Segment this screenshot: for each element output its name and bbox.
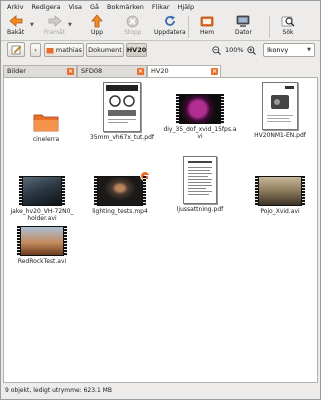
menu-bokmarken[interactable]: Bokmärken <box>107 1 144 13</box>
pdf-thumbnail <box>183 156 217 204</box>
edit-location-icon <box>11 45 21 55</box>
file-name: lighting_tests.mp4 <box>92 208 148 215</box>
menu-ga[interactable]: Gå <box>90 1 99 13</box>
toolbar-separator <box>188 16 189 38</box>
tab-hv20-label: HV20 <box>151 67 169 75</box>
crumb-hv20[interactable]: HV20 <box>126 43 147 57</box>
zoom-out-button[interactable] <box>211 43 222 57</box>
pdf-thumbnail <box>103 82 141 132</box>
view-mode-select[interactable]: Ikonvy ▼ <box>263 43 315 57</box>
home-label: Hem <box>200 29 215 36</box>
file-name: diy_35_dof_xvid_15fps.avi <box>163 126 237 140</box>
zoom-level[interactable]: 100% <box>225 46 244 54</box>
close-icon[interactable]: × <box>67 68 74 75</box>
chevron-down-icon: ▼ <box>307 47 311 53</box>
forward-button[interactable]: Framåt <box>44 14 65 37</box>
toggle-location-entry-button[interactable] <box>7 42 25 57</box>
file-item-hv20nm1-pdf[interactable]: HV20NM1-EN.pdf <box>248 82 312 139</box>
lock-icon <box>140 171 150 181</box>
menu-flikar[interactable]: Flikar <box>152 1 170 13</box>
file-item-35mm-pdf[interactable]: 35mm_vh67x_tut.pdf <box>90 82 154 141</box>
menu-visa[interactable]: Visa <box>68 1 81 13</box>
pdf-thumbnail <box>262 82 298 130</box>
tab-bilder-label: Bilder <box>7 67 26 75</box>
file-name: 35mm_vh67x_tut.pdf <box>90 134 155 141</box>
up-button[interactable]: Upp <box>90 14 104 37</box>
video-thumbnail <box>19 176 65 206</box>
crumb-scroll-left-button[interactable]: ‹ <box>30 43 41 57</box>
folder-icon <box>33 112 59 134</box>
tab-sfd08[interactable]: SFD08 × <box>77 65 147 77</box>
zoom-in-button[interactable] <box>246 43 257 57</box>
zoom-out-icon <box>212 45 221 55</box>
file-item-jake-avi[interactable]: jake_hv20_VH-72N0_holder.avi <box>10 176 74 222</box>
crumb-dokument-label: Dokument <box>88 46 122 54</box>
icon-view[interactable]: cinelerra 35mm_vh67x_tut.pdf diy_35_dof_… <box>3 77 318 383</box>
video-thumbnail <box>17 226 67 256</box>
tab-bar: Bilder × SFD08 × HV20 × <box>1 65 320 78</box>
menu-redigera[interactable]: Redigera <box>32 1 61 13</box>
back-history-dropdown-icon[interactable]: ▼ <box>30 22 34 28</box>
stop-icon <box>126 14 140 28</box>
search-icon <box>281 14 295 28</box>
file-name: cinelerra <box>32 136 60 143</box>
toolbar: Bakåt ▼ Framåt ▼ Upp Stopp Uppdatera Hem… <box>1 13 320 41</box>
crumb-dokument[interactable]: Dokument <box>86 43 124 57</box>
menu-arkiv[interactable]: Arkiv <box>7 1 24 13</box>
close-icon[interactable]: × <box>211 68 218 75</box>
view-mode-value: Ikonvy <box>267 46 289 54</box>
file-item-cinelerra[interactable]: cinelerra <box>14 112 78 143</box>
crumb-mathias[interactable]: mathias <box>44 43 84 57</box>
stop-button[interactable]: Stopp <box>124 14 141 37</box>
video-thumbnail <box>255 176 305 206</box>
file-item-redrocktest-avi[interactable]: RedRockTest.avi <box>10 226 74 265</box>
file-item-pojo-avi[interactable]: Pojo_Xvid.avi <box>248 176 312 215</box>
up-label: Upp <box>90 29 103 36</box>
video-thumbnail <box>176 94 224 124</box>
computer-label: Dator <box>235 29 252 36</box>
zoom-in-icon <box>247 45 256 55</box>
stop-label: Stopp <box>124 29 142 36</box>
tab-bilder[interactable]: Bilder × <box>3 65 77 77</box>
close-icon[interactable]: × <box>137 68 144 75</box>
reload-button[interactable]: Uppdatera <box>154 14 186 37</box>
toolbar-separator <box>269 16 270 38</box>
computer-icon <box>236 14 250 28</box>
file-item-diy-avi[interactable]: diy_35_dof_xvid_15fps.avi <box>163 94 237 140</box>
reload-icon <box>163 14 177 28</box>
back-label: Bakåt <box>7 29 25 36</box>
home-folder-icon <box>46 47 54 53</box>
file-item-ljussattning-pdf[interactable]: ljussattning.pdf <box>168 156 232 213</box>
video-thumbnail <box>94 171 150 206</box>
location-bar: ‹ mathias Dokument HV20 100% Ikonvy ▼ <box>1 41 320 59</box>
home-button[interactable]: Hem <box>200 14 214 37</box>
file-name: ljussattning.pdf <box>176 206 224 213</box>
menu-hjalp[interactable]: Hjälp <box>178 1 195 13</box>
search-button[interactable]: Sök <box>281 14 295 37</box>
tab-sfd08-label: SFD08 <box>81 67 103 75</box>
computer-button[interactable]: Dator <box>235 14 252 37</box>
up-arrow-icon <box>90 14 104 28</box>
forward-arrow-icon <box>48 14 62 28</box>
crumb-hv20-label: HV20 <box>126 46 147 54</box>
file-name: RedRockTest.avi <box>17 258 67 265</box>
file-manager-window: Arkiv Redigera Visa Gå Bokmärken Flikar … <box>0 0 321 400</box>
crumb-mathias-label: mathias <box>55 46 83 54</box>
menu-bar: Arkiv Redigera Visa Gå Bokmärken Flikar … <box>1 1 320 13</box>
chevron-left-icon: ‹ <box>34 46 37 54</box>
back-button[interactable]: Bakåt <box>7 14 24 37</box>
file-name: jake_hv20_VH-72N0_holder.avi <box>10 208 74 222</box>
reload-label: Uppdatera <box>154 29 186 36</box>
forward-history-dropdown-icon[interactable]: ▼ <box>68 22 72 28</box>
back-arrow-icon <box>8 14 23 28</box>
file-item-lighting-mp4[interactable]: lighting_tests.mp4 <box>88 171 152 215</box>
file-name: Pojo_Xvid.avi <box>260 208 300 215</box>
status-bar: 9 objekt, ledigt utrymme: 623.1 MB <box>5 387 112 394</box>
forward-label: Framåt <box>44 29 66 36</box>
file-name: HV20NM1-EN.pdf <box>254 132 306 139</box>
home-icon <box>200 14 214 28</box>
search-label: Sök <box>282 29 294 36</box>
